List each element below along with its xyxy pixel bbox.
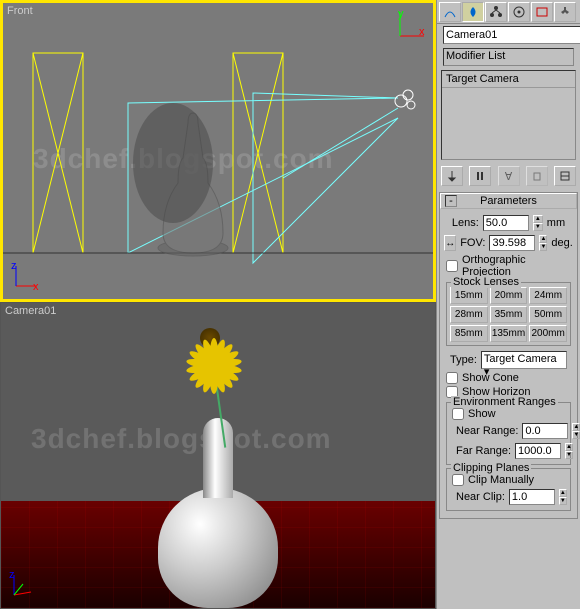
show-cone-checkbox[interactable]: [446, 372, 458, 384]
tab-utilities[interactable]: [554, 2, 576, 22]
lens-24mm[interactable]: 24mm: [529, 287, 567, 304]
modifier-list-dropdown[interactable]: Modifier List: [443, 48, 574, 66]
tab-modify[interactable]: [462, 2, 484, 22]
far-range-label: Far Range:: [456, 445, 511, 457]
near-range-input[interactable]: [522, 423, 568, 439]
stock-lenses-group: Stock Lenses 15mm 20mm 24mm 28mm 35mm 50…: [446, 282, 571, 346]
command-panel-tabs: [437, 0, 580, 24]
stack-item-camera[interactable]: Target Camera: [442, 71, 575, 88]
lens-spinner[interactable]: ▲▼: [533, 215, 543, 231]
viewport-label-camera: Camera01: [5, 305, 56, 317]
modifier-stack[interactable]: Target Camera: [441, 70, 576, 160]
pin-stack-button[interactable]: [441, 166, 463, 186]
collapse-icon: -: [445, 195, 457, 207]
orthographic-label: Orthographic Projection: [462, 254, 571, 278]
lens-input[interactable]: [483, 215, 529, 231]
tab-motion[interactable]: [508, 2, 530, 22]
svg-text:z: z: [9, 570, 15, 581]
type-label: Type:: [450, 354, 477, 366]
svg-text:y: y: [398, 9, 404, 20]
near-range-label: Near Range:: [456, 425, 518, 437]
lens-50mm[interactable]: 50mm: [529, 306, 567, 323]
svg-text:z: z: [11, 261, 17, 272]
viewport-label-front: Front: [7, 5, 33, 17]
near-clip-label: Near Clip:: [456, 491, 505, 503]
lens-135mm[interactable]: 135mm: [490, 325, 528, 342]
parameters-rollout: - Parameters Lens: ▲▼ mm ↔ FOV: ▲▼ deg.: [439, 192, 578, 519]
lens-35mm[interactable]: 35mm: [490, 306, 528, 323]
clipping-planes-group: Clipping Planes Clip Manually Near Clip:…: [446, 468, 571, 511]
viewport-camera[interactable]: Camera01 3dchef.blogspot.com: [0, 302, 436, 609]
view-gizmo-top-right[interactable]: xy: [397, 9, 427, 39]
lens-28mm[interactable]: 28mm: [450, 306, 488, 323]
clip-manually-checkbox[interactable]: [452, 474, 464, 486]
far-range-input[interactable]: [515, 443, 561, 459]
tab-create[interactable]: [439, 2, 461, 22]
near-range-spinner[interactable]: ▲▼: [572, 423, 580, 439]
env-show-checkbox[interactable]: [452, 408, 464, 420]
environment-ranges-group: Environment Ranges Show Near Range: ▲▼ F…: [446, 402, 571, 465]
lens-200mm[interactable]: 200mm: [529, 325, 567, 342]
fov-direction-button[interactable]: ↔: [444, 235, 456, 251]
tab-hierarchy[interactable]: [485, 2, 507, 22]
make-unique-button[interactable]: ∀: [498, 166, 520, 186]
tab-display[interactable]: [531, 2, 553, 22]
front-scene: [3, 3, 433, 299]
fov-spinner[interactable]: ▲▼: [539, 235, 547, 251]
vase-object: [153, 408, 283, 608]
remove-modifier-button[interactable]: [526, 166, 548, 186]
lens-label: Lens:: [452, 217, 479, 229]
lens-20mm[interactable]: 20mm: [490, 287, 528, 304]
command-panel: Modifier List Target Camera ∀ - Paramete…: [436, 0, 580, 609]
near-clip-spinner[interactable]: ▲▼: [559, 489, 567, 505]
near-clip-input[interactable]: [509, 489, 555, 505]
axis-tripod-front: xz: [11, 261, 41, 291]
orthographic-checkbox[interactable]: [446, 260, 458, 272]
configure-sets-button[interactable]: [554, 166, 576, 186]
viewport-front[interactable]: Front 3dchef.blogspot.com: [0, 0, 436, 302]
far-range-spinner[interactable]: ▲▼: [565, 443, 573, 459]
svg-text:x: x: [419, 26, 425, 38]
lens-85mm[interactable]: 85mm: [450, 325, 488, 342]
camera-type-dropdown[interactable]: Target Camera ▾: [481, 351, 567, 369]
lens-15mm[interactable]: 15mm: [450, 287, 488, 304]
fov-input[interactable]: [489, 235, 535, 251]
svg-text:x: x: [33, 281, 39, 291]
axis-tripod-camera: z: [9, 570, 39, 600]
fov-label: FOV:: [460, 237, 485, 249]
show-end-result-button[interactable]: [469, 166, 491, 186]
object-name-field[interactable]: [443, 26, 580, 44]
parameters-header[interactable]: - Parameters: [440, 193, 577, 209]
